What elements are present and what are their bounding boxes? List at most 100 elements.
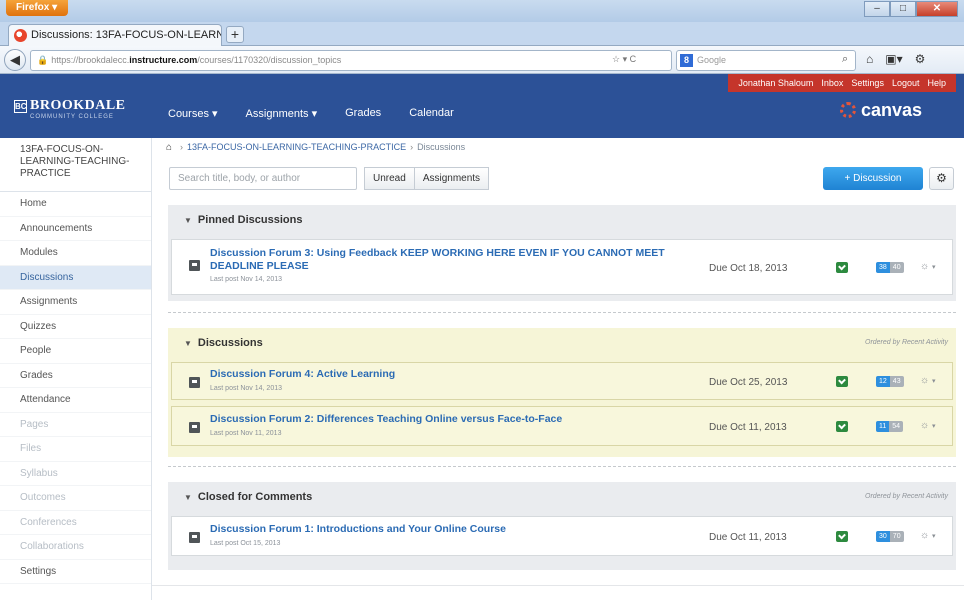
sidebar-item-files[interactable]: Files: [0, 437, 151, 462]
search-icon[interactable]: ⌕: [842, 53, 848, 66]
addons-icon[interactable]: ⚙: [915, 52, 926, 66]
discussion-row[interactable]: Discussion Forum 1: Introductions and Yo…: [171, 516, 953, 556]
browser-nav-icons: ⌂ ▣▾ ⚙: [866, 52, 925, 66]
published-icon[interactable]: [836, 531, 848, 542]
add-discussion-button[interactable]: + Discussion: [823, 167, 923, 190]
closed-section-header[interactable]: ▼ Closed for Comments: [184, 482, 312, 512]
nav-assignments[interactable]: Assignments ▾: [246, 107, 318, 120]
discussion-title-cont[interactable]: DEADLINE PLEASE: [210, 260, 309, 273]
assignments-filter-button[interactable]: Assignments: [414, 167, 490, 190]
discussion-search-input[interactable]: Search title, body, or author: [169, 167, 357, 190]
discussion-title[interactable]: Discussion Forum 4: Active Learning: [210, 368, 395, 381]
help-link[interactable]: Help: [927, 74, 946, 92]
course-title[interactable]: 13FA-FOCUS-ON-LEARNING-TEACHING-PRACTICE: [0, 138, 152, 192]
canvas-logo-icon: [839, 102, 856, 118]
sidebar-item-syllabus[interactable]: Syllabus: [0, 462, 151, 486]
minimize-button[interactable]: –: [864, 1, 890, 17]
sidebar-item-discussions[interactable]: Discussions: [0, 265, 151, 290]
sidebar-item-modules[interactable]: Modules: [0, 241, 151, 266]
user-name-link[interactable]: Jonathan Shaloum: [738, 74, 813, 92]
address-bar[interactable]: 🔒 https://brookdalecc.instructure.com/cou…: [30, 50, 672, 71]
inbox-link[interactable]: Inbox: [821, 74, 843, 92]
discussions-section-header[interactable]: ▼ Discussions: [184, 328, 263, 358]
last-post: Last post Nov 11, 2013: [210, 430, 282, 437]
browser-tab-discussions[interactable]: Discussions: 13FA-FOCUS-ON-LEARNIN...: [8, 24, 222, 46]
unread-count: 38: [876, 262, 890, 273]
bookmarks-icon[interactable]: ▣▾: [885, 52, 902, 66]
pinned-section-header[interactable]: ▼ Pinned Discussions: [184, 205, 302, 235]
canvas-brand[interactable]: canvas: [839, 100, 922, 121]
unread-count: 11: [876, 421, 890, 432]
settings-cog-icon[interactable]: ☼: [920, 375, 929, 386]
closed-section-title: Closed for Comments: [197, 491, 313, 503]
sidebar-item-attendance[interactable]: Attendance: [0, 388, 151, 413]
due-date: Due Oct 25, 2013: [709, 377, 788, 388]
breadcrumb-current[interactable]: Discussions: [417, 142, 465, 152]
chevron-down-icon[interactable]: ▾: [932, 377, 936, 385]
home-icon[interactable]: ⌂: [866, 52, 873, 66]
sidebar-item-home[interactable]: Home: [0, 192, 151, 217]
settings-cog-icon[interactable]: ☼: [920, 530, 929, 541]
total-count: 40: [889, 262, 904, 273]
sidebar-item-outcomes[interactable]: Outcomes: [0, 486, 151, 511]
breadcrumb-course[interactable]: 13FA-FOCUS-ON-LEARNING-TEACHING-PRACTICE: [187, 142, 406, 152]
discussion-row[interactable]: Discussion Forum 3: Using Feedback KEEP …: [171, 239, 953, 295]
back-button[interactable]: ◀: [4, 49, 26, 71]
discussions-section-title: Discussions: [197, 337, 263, 349]
pinned-section-title: Pinned Discussions: [197, 214, 303, 226]
discussion-row[interactable]: Discussion Forum 4: Active Learning Last…: [171, 362, 953, 400]
published-icon[interactable]: [836, 376, 848, 387]
discussion-row[interactable]: Discussion Forum 2: Differences Teaching…: [171, 406, 953, 446]
settings-cog-icon[interactable]: ☼: [920, 261, 929, 272]
nav-calendar[interactable]: Calendar: [409, 107, 454, 120]
chevron-down-icon[interactable]: ▾: [932, 532, 936, 540]
total-count: 70: [889, 531, 904, 542]
brookdale-logo[interactable]: BC BROOKDALE COMMUNITY COLLEGE: [14, 96, 154, 130]
logout-link[interactable]: Logout: [892, 74, 920, 92]
chevron-down-icon[interactable]: ▾: [932, 263, 936, 271]
settings-link[interactable]: Settings: [851, 74, 884, 92]
url-bookmark-reload-icons[interactable]: ☆ ▾ C: [612, 54, 636, 65]
sidebar-item-people[interactable]: People: [0, 339, 151, 364]
maximize-button[interactable]: □: [890, 1, 916, 17]
settings-cog-icon[interactable]: ☼: [920, 420, 929, 431]
home-icon[interactable]: ⌂: [166, 142, 172, 153]
nav-grades[interactable]: Grades: [345, 107, 381, 120]
due-date: Due Oct 11, 2013: [709, 422, 787, 433]
due-date: Due Oct 18, 2013: [709, 263, 788, 274]
unread-count: 12: [876, 376, 890, 387]
search-bar[interactable]: 8 Google: [676, 50, 856, 71]
discussion-title[interactable]: Discussion Forum 3: Using Feedback KEEP …: [210, 247, 665, 260]
gear-icon: ⚙: [936, 171, 947, 185]
nav-courses[interactable]: Courses ▾: [168, 107, 218, 120]
chevron-down-icon[interactable]: ▾: [932, 422, 936, 430]
ordered-by-label: Ordered by Recent Activity: [865, 493, 948, 500]
unread-count: 30: [876, 531, 890, 542]
new-tab-button[interactable]: +: [226, 26, 244, 43]
sidebar-item-assignments[interactable]: Assignments: [0, 290, 151, 315]
unread-filter-button[interactable]: Unread: [364, 167, 415, 190]
sidebar-item-conferences[interactable]: Conferences: [0, 511, 151, 535]
canvas-brand-text: canvas: [860, 100, 922, 120]
sidebar-item-settings[interactable]: Settings: [0, 560, 151, 584]
sidebar-item-quizzes[interactable]: Quizzes: [0, 315, 151, 339]
url-domain: instructure.com: [129, 55, 198, 65]
close-window-button[interactable]: ✕: [916, 1, 958, 17]
collapse-triangle-icon: ▼: [184, 339, 192, 348]
published-icon[interactable]: [836, 262, 848, 273]
last-post: Last post Oct 15, 2013: [210, 540, 281, 547]
sidebar-item-grades[interactable]: Grades: [0, 364, 151, 388]
sidebar-item-announcements[interactable]: Announcements: [0, 217, 151, 241]
sidebar-item-pages[interactable]: Pages: [0, 413, 151, 437]
window-controls: – □ ✕: [864, 1, 958, 17]
filter-button-group: Unread Assignments: [364, 167, 490, 190]
search-engine-label: Google: [697, 55, 727, 65]
logo-main-text: BROOKDALE: [30, 98, 126, 113]
sidebar-item-collaborations[interactable]: Collaborations: [0, 535, 151, 560]
firefox-menu-button[interactable]: Firefox ▾: [6, 0, 68, 16]
discussion-title[interactable]: Discussion Forum 1: Introductions and Yo…: [210, 523, 506, 536]
reply-counts: 12 43: [876, 376, 904, 387]
settings-gear-button[interactable]: ⚙: [929, 167, 954, 190]
discussion-title[interactable]: Discussion Forum 2: Differences Teaching…: [210, 413, 562, 426]
published-icon[interactable]: [836, 421, 848, 432]
